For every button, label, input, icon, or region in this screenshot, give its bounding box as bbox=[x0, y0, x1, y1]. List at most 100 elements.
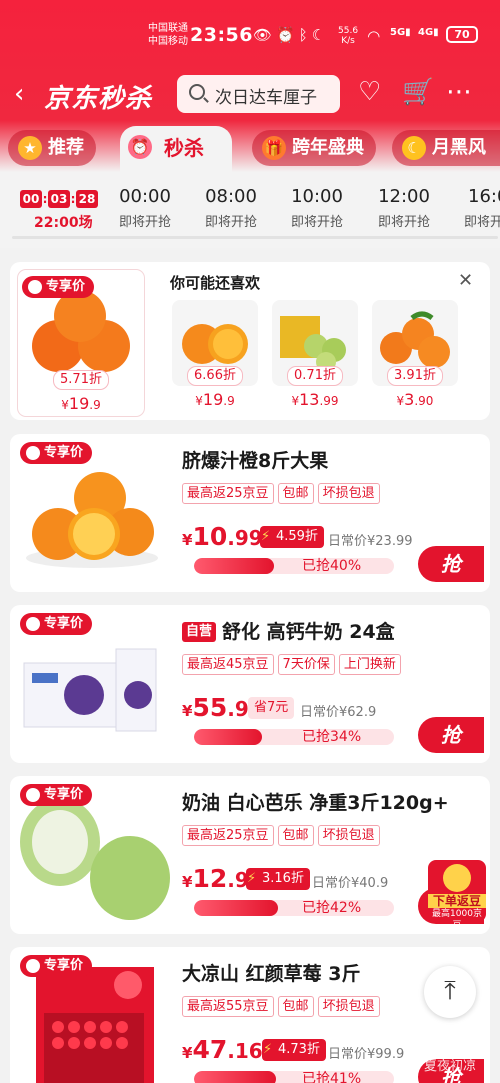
time-slot[interactable]: 12:00 即将开抢 bbox=[361, 186, 447, 230]
product-card[interactable]: 专享价 奶油 白心芭乐 净重3斤120g+ 最高返25京豆 包邮 坏损包退 ¥12.… bbox=[10, 776, 490, 934]
progress-fill bbox=[194, 1071, 276, 1083]
back-arrow-icon[interactable]: ‹ bbox=[14, 80, 24, 108]
current-session[interactable]: 00:03:28 22:00场 bbox=[20, 188, 98, 231]
item-price: ¥3.90 bbox=[396, 390, 434, 409]
price-int: 47 bbox=[192, 1035, 228, 1064]
gift-icon: 🎁 bbox=[262, 136, 286, 160]
tab-seckill[interactable]: ⏰ 秒杀 bbox=[120, 126, 232, 172]
price-int: 12 bbox=[192, 864, 228, 893]
price-dec: .99 bbox=[227, 526, 263, 550]
sold-progress-bar bbox=[194, 900, 394, 916]
exclusive-price-badge: 专享价 bbox=[20, 784, 93, 806]
wifi-icon: ◠ bbox=[368, 27, 380, 45]
tag-free-shipping: 包邮 bbox=[277, 483, 314, 504]
tag-damage-refund: 坏损包退 bbox=[317, 996, 380, 1017]
signal-1: 5G▮ bbox=[390, 27, 411, 38]
exclusive-price-badge: 专享价 bbox=[20, 613, 93, 635]
tab-recommend[interactable]: ★ 推荐 bbox=[8, 130, 96, 166]
promo-line-2: 最高1000京豆 bbox=[432, 909, 482, 931]
time-slot[interactable]: 00:00 即将开抢 bbox=[102, 186, 188, 230]
price-int: 19 bbox=[68, 394, 90, 413]
slot-status: 即将开抢 bbox=[204, 215, 257, 230]
countdown-seconds: 28 bbox=[76, 190, 98, 208]
discount-label: 5.71折 bbox=[53, 370, 109, 390]
alarm-clock-icon: ⏰ bbox=[128, 135, 152, 159]
bean-rebate-float[interactable]: 下单返豆 最高1000京豆 bbox=[428, 860, 486, 931]
item-price: ¥13.99 bbox=[291, 390, 339, 409]
grab-button[interactable]: 抢 bbox=[418, 546, 484, 582]
progress-fill bbox=[194, 900, 278, 916]
sold-percent: 已抢41% bbox=[302, 1071, 362, 1083]
product-card[interactable]: 专享价 脐爆汁橙8斤大果 最高返25京豆包邮坏损包退 ¥10.99 4.59折 … bbox=[10, 434, 490, 592]
price-dec: .16 bbox=[227, 1039, 263, 1063]
back-to-top-button[interactable]: ⤒ bbox=[424, 966, 476, 1018]
close-icon[interactable]: ✕ bbox=[458, 270, 473, 291]
slot-status: 即将开抢 bbox=[377, 215, 430, 230]
time-slot[interactable]: 10:00 即将开抢 bbox=[274, 186, 360, 230]
signal-2: 4G▮ bbox=[418, 27, 439, 38]
moon-icon: ☾ bbox=[402, 136, 426, 160]
more-icon[interactable]: ⋯ bbox=[446, 78, 472, 106]
search-placeholder: 次日达车厘子 bbox=[215, 88, 317, 108]
cart-icon[interactable]: 🛒 bbox=[402, 78, 434, 106]
tab-moon[interactable]: ☾ 月黑风高 bbox=[392, 130, 500, 194]
currency: ¥ bbox=[182, 1044, 193, 1062]
recommend-main-item[interactable]: 专享价 5.71折 ¥19.9 bbox=[18, 270, 144, 416]
sold-progress-bar bbox=[194, 558, 394, 574]
product-card[interactable]: 专享价 自营 舒化 高钙牛奶 24盒 最高返45京豆 7天价保 上门换新 ¥55.9 … bbox=[10, 605, 490, 763]
coin-icon bbox=[443, 864, 471, 892]
search-box[interactable]: 次日达车厘子 bbox=[177, 75, 340, 113]
product-name: 脐爆汁橙8斤大果 bbox=[182, 450, 329, 472]
carrier-1: 中国联通 bbox=[148, 23, 188, 34]
follow-heart-icon[interactable]: ♡ bbox=[358, 78, 381, 106]
sold-progress-bar bbox=[194, 1071, 394, 1083]
status-bar: 中国联通 中国移动 23:56 👁⏰ᛒ☾ 55.6 K/s ◠ 5G▮ 4G▮ … bbox=[0, 18, 500, 58]
slot-time: 10:00 bbox=[291, 186, 343, 207]
sold-progress-bar bbox=[194, 729, 394, 745]
price-int: 10 bbox=[192, 522, 228, 551]
product-card[interactable]: 专享价 大凉山 红颜草莓 3斤 最高返55京豆包邮坏损包退 ¥47.16 4.7… bbox=[10, 947, 490, 1083]
exclusive-price-badge: 专享价 bbox=[20, 955, 93, 977]
product-price: ¥10.99 bbox=[182, 522, 263, 551]
tag-bean-rebate: 最高返25京豆 bbox=[182, 825, 274, 846]
grab-button[interactable]: 抢 bbox=[418, 717, 484, 753]
original-price: 日常价¥23.99 bbox=[328, 534, 413, 549]
status-icons: 👁⏰ᛒ☾ bbox=[253, 26, 329, 44]
bluetooth-icon: ᛒ bbox=[298, 26, 312, 44]
price-dec: .9 bbox=[227, 697, 249, 721]
time-slot[interactable]: 08:00 即将开抢 bbox=[188, 186, 274, 230]
countdown-minutes: 03 bbox=[48, 190, 70, 208]
recommend-item[interactable]: 6.66折 ¥19.9 bbox=[172, 300, 258, 412]
exclusive-price-badge: 专享价 bbox=[20, 442, 93, 464]
product-name: 舒化 高钙牛奶 24盒 bbox=[222, 621, 395, 643]
price-dec: .9 bbox=[89, 398, 101, 412]
brand-title: 京东秒杀 bbox=[44, 84, 153, 114]
discount-tag: 3.16折 bbox=[246, 868, 310, 890]
price-dec: .90 bbox=[414, 394, 434, 408]
price-int: 19 bbox=[202, 390, 224, 409]
recommend-item[interactable]: 0.71折 ¥13.99 bbox=[272, 300, 358, 412]
tab-new-year[interactable]: 🎁 跨年盛典 bbox=[252, 130, 376, 166]
eye-icon: 👁 bbox=[253, 26, 277, 44]
product-price: ¥12.9 bbox=[182, 864, 249, 893]
promo-line-1: 下单返豆 bbox=[428, 894, 486, 908]
net-speed-value: 55.6 bbox=[338, 26, 359, 36]
discount-tag: 4.73折 bbox=[262, 1039, 326, 1061]
net-speed-unit: K/s bbox=[341, 36, 355, 46]
tag-bean-rebate: 最高返25京豆 bbox=[182, 483, 274, 504]
price-int: 55 bbox=[192, 693, 228, 722]
time-slot[interactable]: 16:0 即将开抢 bbox=[448, 186, 500, 230]
slot-time: 16:0 bbox=[468, 186, 500, 207]
tag-bean-rebate: 最高返45京豆 bbox=[182, 654, 274, 675]
currency: ¥ bbox=[182, 873, 193, 891]
currency: ¥ bbox=[182, 531, 193, 549]
item-price: ¥19.9 bbox=[195, 390, 235, 409]
tab-label: 推荐 bbox=[48, 137, 84, 158]
product-tags: 最高返55京豆 包邮 坏损包退 bbox=[182, 995, 384, 1017]
tab-label: 跨年盛典 bbox=[292, 137, 364, 158]
time-slot-bar: 00:03:28 22:00场 00:00 即将开抢 08:00 即将开抢 10:0… bbox=[0, 172, 500, 248]
tag-door-exchange: 上门换新 bbox=[338, 654, 401, 675]
price-int: 13 bbox=[299, 390, 320, 409]
moon-icon: ☾ bbox=[311, 26, 330, 44]
recommend-item[interactable]: 3.91折 ¥3.90 bbox=[372, 300, 458, 412]
